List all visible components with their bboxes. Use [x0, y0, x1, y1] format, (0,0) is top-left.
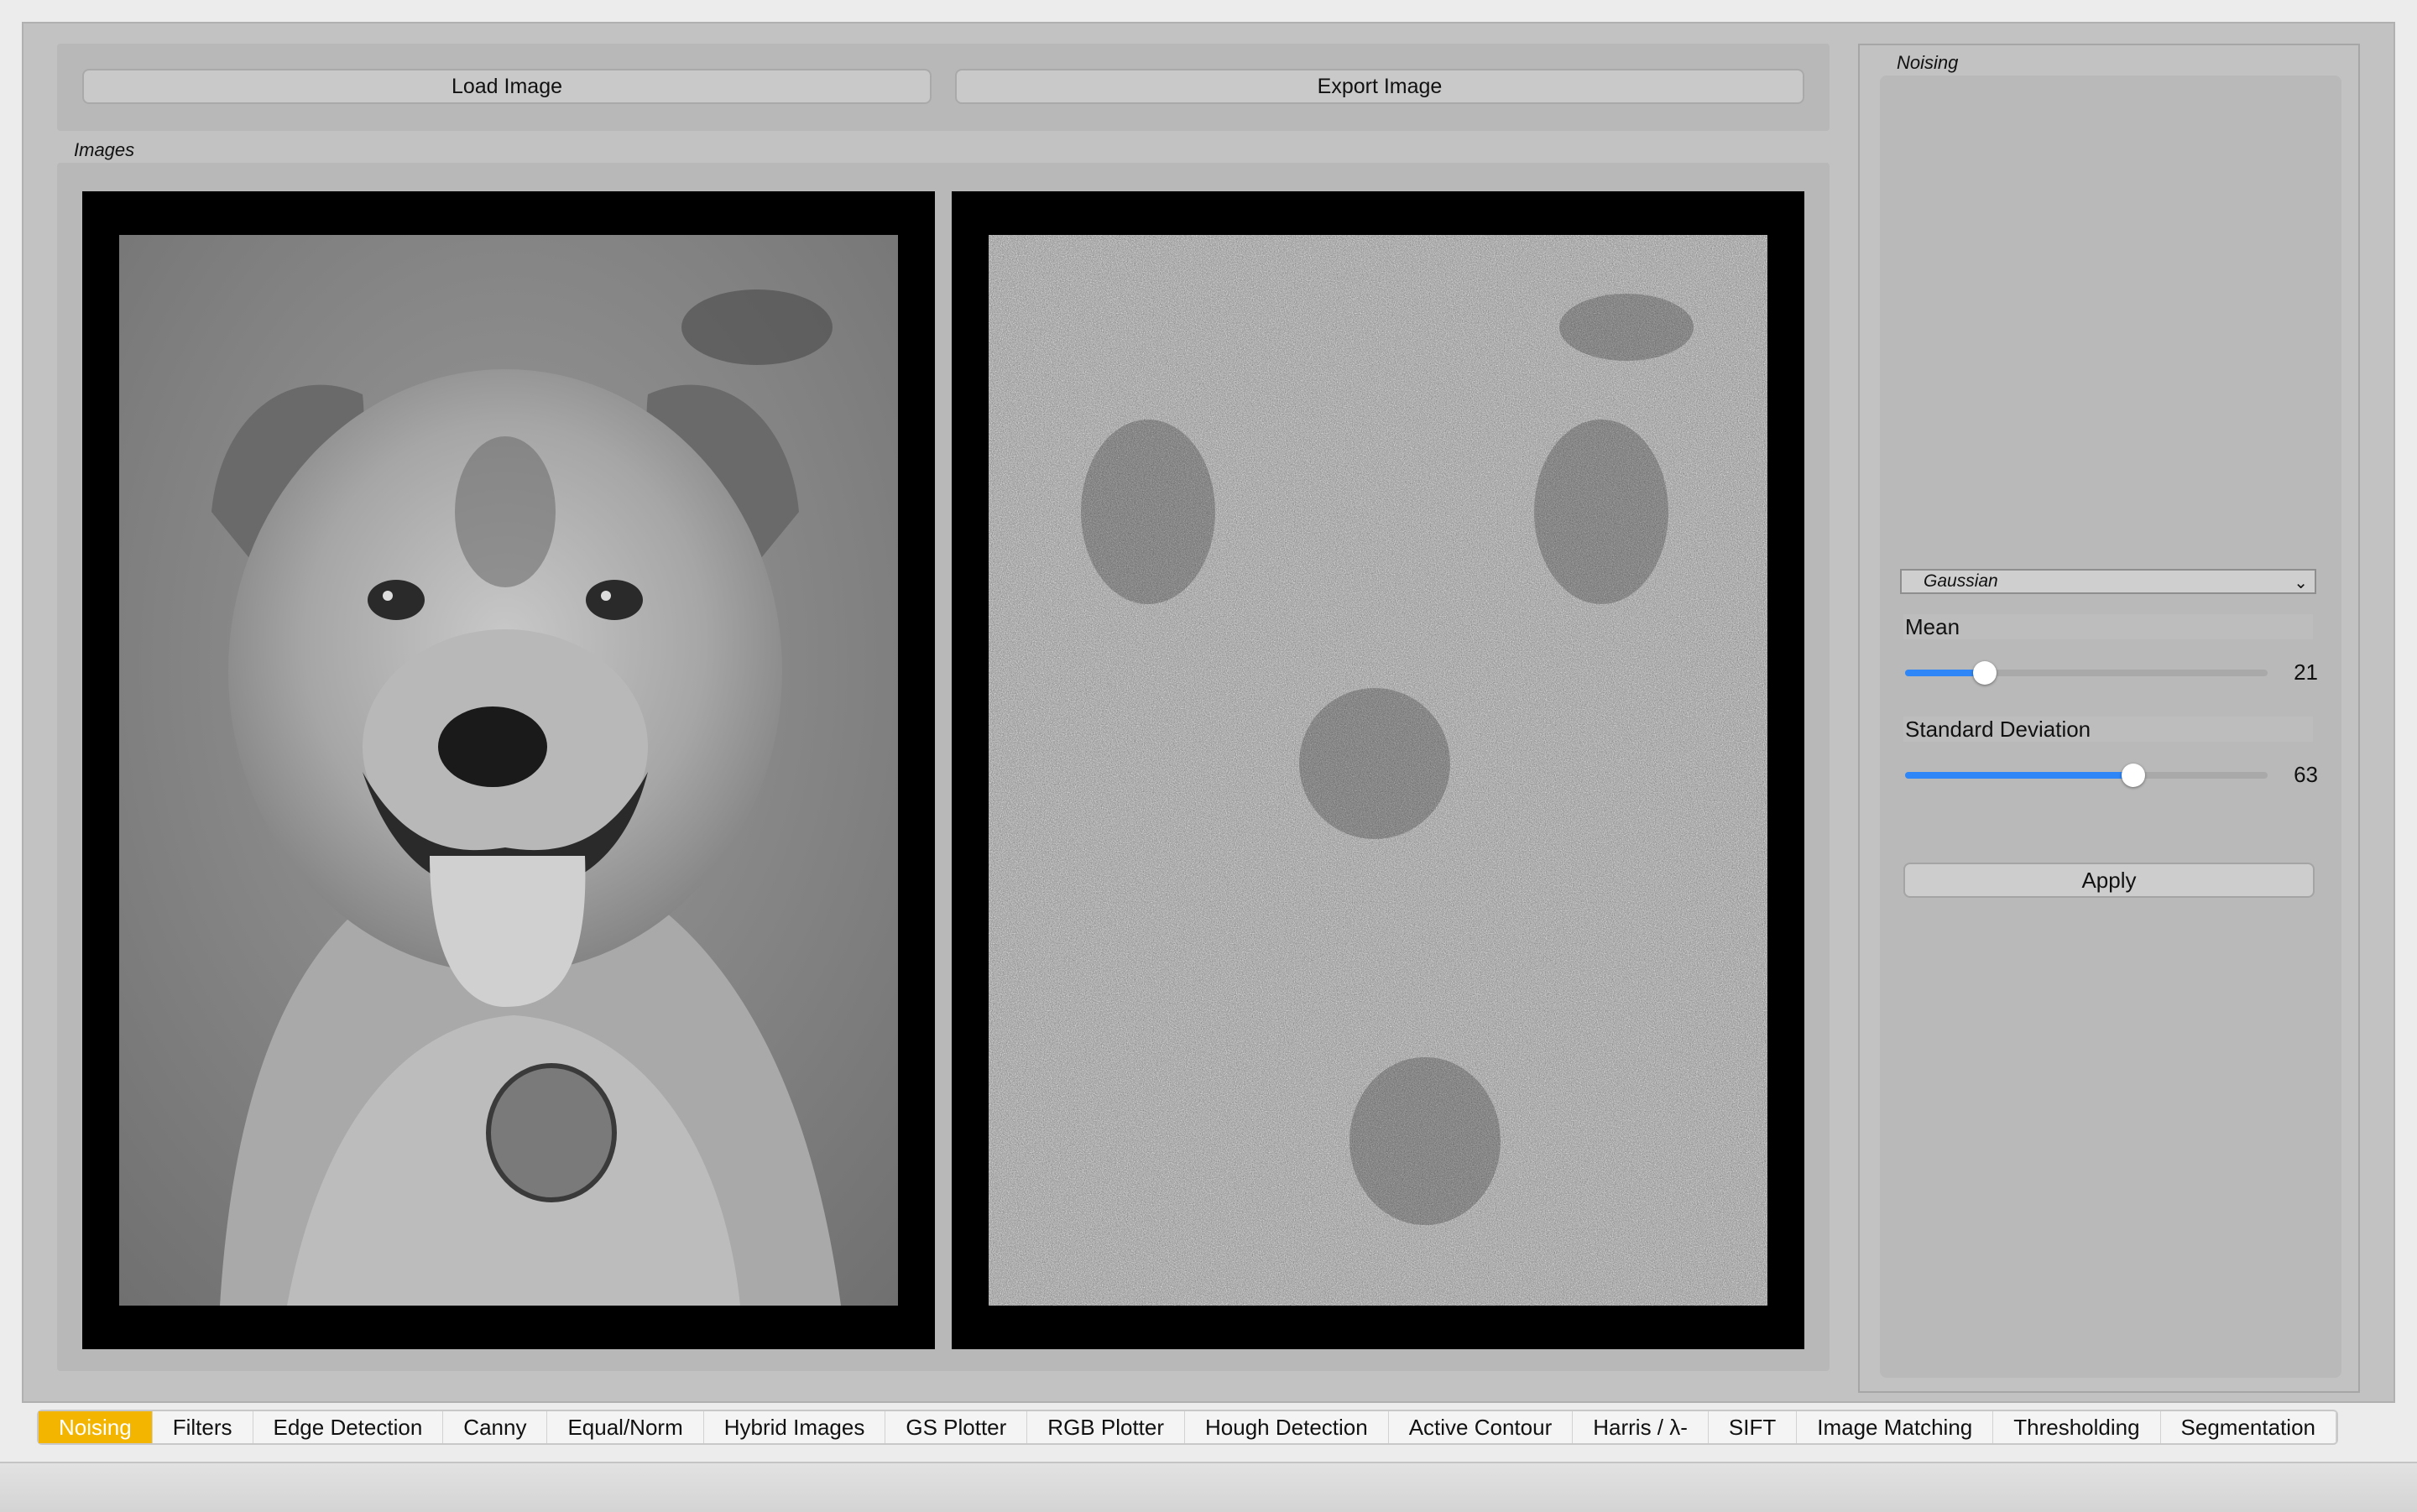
window-bottom-strip [0, 1462, 2417, 1512]
tab-active-contour[interactable]: Active Contour [1389, 1411, 1574, 1443]
noise-type-value: Gaussian [1924, 571, 1998, 591]
original-image [119, 235, 898, 1306]
mean-slider[interactable] [1905, 661, 2268, 685]
std-value: 63 [2294, 762, 2318, 787]
chevron-down-icon: ⌄ [2294, 574, 2308, 592]
tab-image-matching[interactable]: Image Matching [1797, 1411, 1994, 1443]
noising-panel: Noising Gaussian ⌄ Mean 21 Standard Devi… [1858, 44, 2360, 1393]
noise-type-select[interactable]: Gaussian ⌄ [1900, 569, 2316, 594]
tab-rgb-plotter[interactable]: RGB Plotter [1027, 1411, 1186, 1443]
tab-filters[interactable]: Filters [153, 1411, 253, 1443]
mean-slider-handle[interactable] [1973, 661, 1997, 685]
std-slider-fill [1905, 772, 2134, 779]
tab-harris[interactable]: Harris / λ- [1573, 1411, 1709, 1443]
noisy-image-viewer[interactable] [952, 191, 1804, 1349]
tab-equal-norm[interactable]: Equal/Norm [547, 1411, 704, 1443]
load-image-button[interactable]: Load Image [82, 69, 932, 104]
tab-noising[interactable]: Noising [39, 1411, 153, 1443]
noisy-image [989, 235, 1767, 1306]
std-slider-handle[interactable] [2122, 764, 2146, 787]
tab-canny[interactable]: Canny [443, 1411, 548, 1443]
std-label: Standard Deviation [1903, 717, 2313, 742]
apply-button[interactable]: Apply [1903, 863, 2315, 898]
tab-thresholding[interactable]: Thresholding [1993, 1411, 2161, 1443]
tab-sift[interactable]: SIFT [1709, 1411, 1798, 1443]
noising-controls: Gaussian ⌄ Mean 21 Standard Deviation 63… [1880, 76, 2341, 1378]
noising-panel-title: Noising [1897, 52, 1959, 73]
images-group-label: Images [74, 139, 135, 160]
main-window: Load Image Export Image Images Noising G… [22, 22, 2395, 1403]
export-image-button[interactable]: Export Image [955, 69, 1804, 104]
tab-edge-detection[interactable]: Edge Detection [253, 1411, 444, 1443]
toolbar: Load Image Export Image [57, 44, 1830, 131]
tab-hough-detection[interactable]: Hough Detection [1185, 1411, 1389, 1443]
mean-value: 21 [2294, 660, 2318, 685]
tab-hybrid-images[interactable]: Hybrid Images [704, 1411, 886, 1443]
images-group [57, 163, 1830, 1371]
std-slider[interactable] [1905, 764, 2268, 787]
tab-gs-plotter[interactable]: GS Plotter [885, 1411, 1028, 1443]
tab-bar: Noising Filters Edge Detection Canny Equal/N… [37, 1410, 2338, 1445]
mean-label: Mean [1903, 614, 2313, 639]
original-image-viewer[interactable] [82, 191, 935, 1349]
tab-segmentation[interactable]: Segmentation [2161, 1411, 2336, 1443]
